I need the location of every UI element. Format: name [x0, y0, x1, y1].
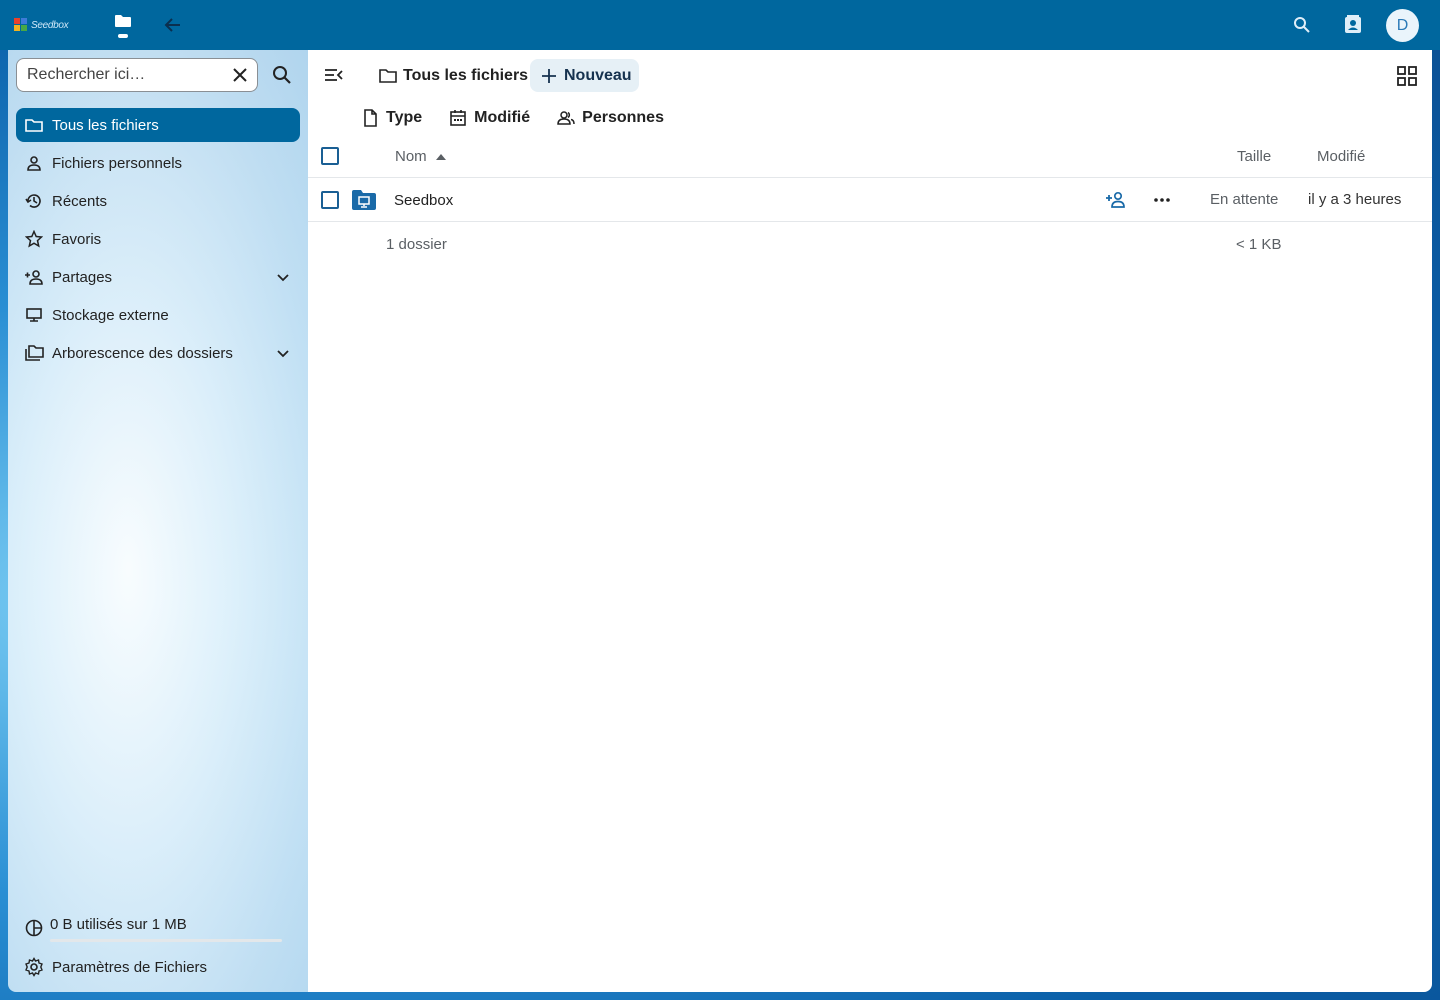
table-header: Nom Taille Modifié — [308, 140, 1432, 178]
file-icon — [364, 109, 377, 127]
folder-icon — [115, 15, 131, 27]
sidebar-item-label: Tous les fichiers — [52, 116, 159, 134]
more-actions-icon[interactable] — [1151, 190, 1173, 210]
filter-label: Personnes — [582, 109, 664, 126]
filter-people-button[interactable]: Personnes — [556, 106, 664, 130]
sidebar-item-external-storage[interactable]: Stockage externe — [16, 298, 300, 332]
table-summary: 1 dossier < 1 KB — [308, 222, 1432, 266]
summary-count: 1 dossier — [386, 236, 447, 253]
main-content: Tous les fichiers Nouveau Type Modifié P… — [308, 50, 1432, 992]
sidebar-item-folder-tree[interactable]: Arborescence des dossiers — [16, 336, 300, 370]
close-icon[interactable] — [231, 66, 249, 84]
sidebar-item-recent[interactable]: Récents — [16, 184, 300, 218]
search-input-value: Rechercher ici… — [27, 66, 146, 83]
files-settings-button[interactable]: Paramètres de Fichiers — [16, 952, 300, 982]
sidebar-item-label: Fichiers personnels — [52, 154, 183, 172]
monitor-icon — [24, 305, 44, 325]
sidebar-item-personal-files[interactable]: Fichiers personnels — [16, 146, 300, 180]
file-name[interactable]: Seedbox — [394, 192, 453, 209]
search-icon[interactable] — [271, 64, 293, 86]
column-name-label: Nom — [395, 148, 427, 165]
sidebar-item-label: Stockage externe — [52, 306, 169, 324]
folder-multiple-icon — [24, 343, 44, 363]
new-button-label: Nouveau — [564, 66, 632, 84]
toggle-sidebar-icon[interactable] — [322, 64, 344, 86]
gear-icon — [25, 957, 43, 977]
sidebar-item-label: Favoris — [52, 230, 102, 248]
quota-progress-bar — [50, 939, 282, 942]
chevron-down-icon[interactable] — [274, 344, 292, 362]
arrow-left-icon — [164, 18, 180, 32]
contacts-icon — [1345, 15, 1361, 33]
user-avatar[interactable]: D — [1386, 9, 1419, 42]
logo-text: Seedbox — [31, 19, 69, 31]
sidebar-item-label: Partages — [52, 268, 113, 286]
filter-bar: Type Modifié Personnes — [360, 106, 664, 130]
navigation-sidebar: Rechercher ici… Tous les fichiers Fichie… — [8, 50, 308, 992]
external-folder-icon — [352, 190, 376, 210]
sidebar-search-input[interactable]: Rechercher ici… — [16, 58, 258, 92]
sort-ascending-icon — [435, 153, 446, 160]
share-icon[interactable] — [1105, 190, 1127, 210]
account-icon — [24, 153, 44, 173]
filter-modified-button[interactable]: Modifié — [448, 106, 530, 130]
sidebar-item-all-files[interactable]: Tous les fichiers — [16, 108, 300, 142]
column-modified-header[interactable]: Modifié — [1317, 148, 1365, 165]
chevron-down-icon[interactable] — [274, 268, 292, 286]
top-header: Seedbox D — [0, 0, 1440, 50]
breadcrumb[interactable]: Tous les fichiers — [378, 64, 528, 88]
filter-type-button[interactable]: Type — [360, 106, 422, 130]
star-icon — [24, 229, 44, 249]
filter-label: Modifié — [474, 109, 531, 126]
history-icon — [24, 191, 44, 211]
breadcrumb-label: Tous les fichiers — [403, 67, 529, 84]
logo-blocks-icon — [14, 18, 28, 32]
new-button[interactable]: Nouveau — [530, 59, 639, 92]
seedbox-logo[interactable]: Seedbox — [14, 15, 76, 35]
people-icon — [557, 111, 575, 125]
select-all-checkbox[interactable] — [321, 147, 339, 165]
column-size-header[interactable]: Taille — [1237, 148, 1271, 165]
calendar-icon — [450, 110, 466, 126]
contacts-button[interactable] — [1340, 12, 1366, 38]
sidebar-item-favorites[interactable]: Favoris — [16, 222, 300, 256]
search-icon — [1294, 17, 1310, 33]
active-app-indicator — [118, 34, 128, 38]
filter-label: Type — [386, 109, 423, 126]
sidebar-item-shares[interactable]: Partages — [16, 260, 300, 294]
file-modified: il y a 3 heures — [1308, 191, 1402, 208]
row-checkbox[interactable] — [321, 191, 339, 209]
account-plus-icon — [24, 267, 44, 287]
storage-quota: 0 B utilisés sur 1 MB — [16, 912, 300, 952]
sidebar-item-label: Récents — [52, 192, 108, 210]
summary-total-size: < 1 KB — [1236, 236, 1282, 253]
file-size: En attente — [1210, 191, 1279, 208]
files-app-button[interactable] — [108, 10, 138, 42]
back-button[interactable] — [160, 12, 186, 38]
plus-icon — [542, 68, 556, 83]
column-name-header[interactable]: Nom — [395, 148, 446, 165]
table-row[interactable]: Seedbox En attente il y a 3 heures — [308, 178, 1432, 222]
quota-label: 0 B utilisés sur 1 MB — [50, 916, 187, 933]
folder-outline-icon — [379, 69, 397, 83]
sidebar-item-label: Arborescence des dossiers — [52, 344, 233, 362]
chart-pie-icon — [25, 919, 43, 937]
grid-view-icon[interactable] — [1396, 65, 1418, 87]
folder-outline-icon — [24, 115, 44, 135]
settings-label: Paramètres de Fichiers — [52, 958, 208, 976]
header-search-button[interactable] — [1289, 12, 1315, 38]
